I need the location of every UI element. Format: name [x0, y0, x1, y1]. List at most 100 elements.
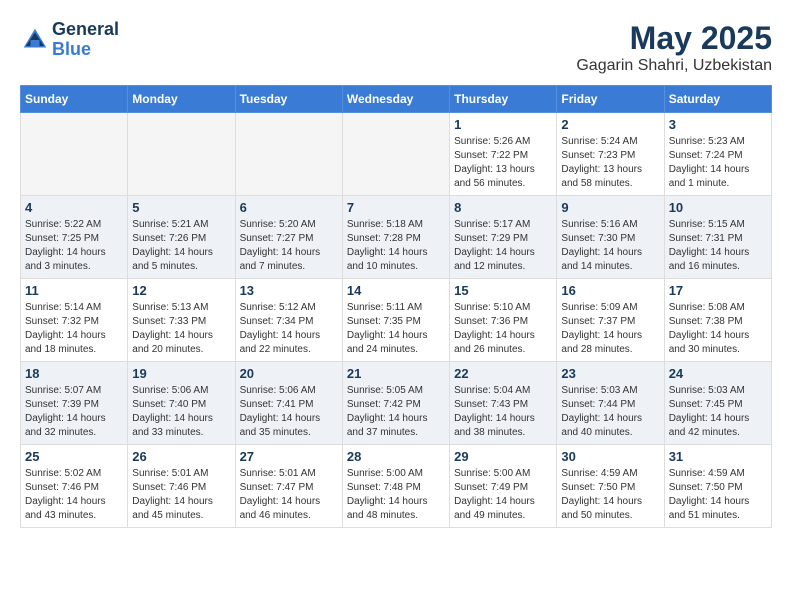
header-thursday: Thursday — [450, 86, 557, 113]
calendar-cell: 15 Sunrise: 5:10 AMSunset: 7:36 PMDayligh… — [450, 279, 557, 362]
calendar-cell: 7 Sunrise: 5:18 AMSunset: 7:28 PMDaylight… — [342, 196, 449, 279]
day-number: 6 — [240, 200, 338, 215]
day-info: Sunrise: 5:06 AMSunset: 7:40 PMDaylight:… — [132, 384, 230, 440]
day-number: 12 — [132, 283, 230, 298]
day-number: 16 — [561, 283, 659, 298]
calendar-cell: 2 Sunrise: 5:24 AMSunset: 7:23 PMDaylight… — [557, 113, 664, 196]
calendar-cell: 6Sunrise: 5:20 AMSunset: 7:27 PMDaylight… — [235, 196, 342, 279]
calendar-week-row: 25Sunrise: 5:02 AMSunset: 7:46 PMDayligh… — [21, 445, 772, 528]
day-number: 29 — [454, 449, 552, 464]
calendar-week-row: 11 Sunrise: 5:14 AMSunset: 7:32 PMDayligh… — [21, 279, 772, 362]
header-sunday: Sunday — [21, 86, 128, 113]
day-number: 30 — [561, 449, 659, 464]
main-title: May 2025 — [576, 20, 772, 57]
day-info: Sunrise: 5:17 AMSunset: 7:29 PMDaylight:… — [454, 218, 552, 274]
day-info: Sunrise: 5:15 AMSunset: 7:31 PMDaylight:… — [669, 218, 767, 274]
calendar-cell: 10 Sunrise: 5:15 AMSunset: 7:31 PMDayligh… — [664, 196, 771, 279]
day-info: Sunrise: 5:06 AMSunset: 7:41 PMDaylight:… — [240, 384, 338, 440]
day-info: Sunrise: 5:13 AMSunset: 7:33 PMDaylight:… — [132, 301, 230, 357]
calendar-cell — [342, 113, 449, 196]
day-info: Sunrise: 5:00 AMSunset: 7:49 PMDaylight:… — [454, 467, 552, 523]
calendar-cell: 5 Sunrise: 5:21 AMSunset: 7:26 PMDaylight… — [128, 196, 235, 279]
calendar-cell: 22Sunrise: 5:04 AMSunset: 7:43 PMDayligh… — [450, 362, 557, 445]
logo-icon — [20, 25, 50, 55]
day-info: Sunrise: 5:01 AMSunset: 7:47 PMDaylight:… — [240, 467, 338, 523]
day-number: 11 — [25, 283, 123, 298]
day-info: Sunrise: 5:08 AMSunset: 7:38 PMDaylight:… — [669, 301, 767, 357]
calendar-week-row: 18 Sunrise: 5:07 AMSunset: 7:39 PMDayligh… — [21, 362, 772, 445]
day-number: 3 — [669, 117, 767, 132]
day-number: 14 — [347, 283, 445, 298]
day-number: 8 — [454, 200, 552, 215]
calendar-cell: 17 Sunrise: 5:08 AMSunset: 7:38 PMDayligh… — [664, 279, 771, 362]
day-number: 5 — [132, 200, 230, 215]
calendar-cell — [235, 113, 342, 196]
calendar-cell: 29 Sunrise: 5:00 AMSunset: 7:49 PMDayligh… — [450, 445, 557, 528]
calendar-cell: 8 Sunrise: 5:17 AMSunset: 7:29 PMDaylight… — [450, 196, 557, 279]
day-info: Sunrise: 4:59 AMSunset: 7:50 PMDaylight:… — [669, 467, 767, 523]
logo-text-line1: General — [52, 20, 119, 40]
calendar-cell: 12 Sunrise: 5:13 AMSunset: 7:33 PMDayligh… — [128, 279, 235, 362]
day-number: 10 — [669, 200, 767, 215]
day-number: 28 — [347, 449, 445, 464]
day-number: 22 — [454, 366, 552, 381]
day-info: Sunrise: 5:22 AMSunset: 7:25 PMDaylight:… — [25, 218, 123, 274]
header-monday: Monday — [128, 86, 235, 113]
day-info: Sunrise: 5:03 AMSunset: 7:45 PMDaylight:… — [669, 384, 767, 440]
day-info: Sunrise: 5:09 AMSunset: 7:37 PMDaylight:… — [561, 301, 659, 357]
calendar-cell: 30 Sunrise: 4:59 AMSunset: 7:50 PMDayligh… — [557, 445, 664, 528]
subtitle: Gagarin Shahri, Uzbekistan — [576, 57, 772, 75]
day-info: Sunrise: 5:12 AMSunset: 7:34 PMDaylight:… — [240, 301, 338, 357]
calendar-cell: 14Sunrise: 5:11 AMSunset: 7:35 PMDayligh… — [342, 279, 449, 362]
day-info: Sunrise: 5:23 AMSunset: 7:24 PMDaylight:… — [669, 135, 767, 191]
day-info: Sunrise: 5:00 AMSunset: 7:48 PMDaylight:… — [347, 467, 445, 523]
day-info: Sunrise: 5:16 AMSunset: 7:30 PMDaylight:… — [561, 218, 659, 274]
title-area: May 2025 Gagarin Shahri, Uzbekistan — [576, 20, 772, 75]
day-info: Sunrise: 5:21 AMSunset: 7:26 PMDaylight:… — [132, 218, 230, 274]
day-number: 13 — [240, 283, 338, 298]
day-number: 1 — [454, 117, 552, 132]
day-info: Sunrise: 5:03 AMSunset: 7:44 PMDaylight:… — [561, 384, 659, 440]
header-tuesday: Tuesday — [235, 86, 342, 113]
calendar-week-row: 1 Sunrise: 5:26 AMSunset: 7:22 PMDaylight… — [21, 113, 772, 196]
calendar-cell: 4Sunrise: 5:22 AMSunset: 7:25 PMDaylight… — [21, 196, 128, 279]
day-number: 18 — [25, 366, 123, 381]
day-info: Sunrise: 5:26 AMSunset: 7:22 PMDaylight:… — [454, 135, 552, 191]
day-info: Sunrise: 5:05 AMSunset: 7:42 PMDaylight:… — [347, 384, 445, 440]
calendar-week-row: 4Sunrise: 5:22 AMSunset: 7:25 PMDaylight… — [21, 196, 772, 279]
day-number: 23 — [561, 366, 659, 381]
calendar-cell: 11 Sunrise: 5:14 AMSunset: 7:32 PMDayligh… — [21, 279, 128, 362]
day-number: 2 — [561, 117, 659, 132]
calendar-cell: 20Sunrise: 5:06 AMSunset: 7:41 PMDayligh… — [235, 362, 342, 445]
day-number: 24 — [669, 366, 767, 381]
day-number: 9 — [561, 200, 659, 215]
calendar-cell: 23 Sunrise: 5:03 AMSunset: 7:44 PMDayligh… — [557, 362, 664, 445]
day-number: 31 — [669, 449, 767, 464]
day-info: Sunrise: 5:14 AMSunset: 7:32 PMDaylight:… — [25, 301, 123, 357]
calendar-cell: 27 Sunrise: 5:01 AMSunset: 7:47 PMDayligh… — [235, 445, 342, 528]
calendar-cell: 9 Sunrise: 5:16 AMSunset: 7:30 PMDaylight… — [557, 196, 664, 279]
calendar-header-row: SundayMondayTuesdayWednesdayThursdayFrid… — [21, 86, 772, 113]
calendar-cell — [21, 113, 128, 196]
day-number: 19 — [132, 366, 230, 381]
header: General Blue May 2025 Gagarin Shahri, Uz… — [20, 20, 772, 75]
header-saturday: Saturday — [664, 86, 771, 113]
calendar-cell: 25Sunrise: 5:02 AMSunset: 7:46 PMDayligh… — [21, 445, 128, 528]
day-info: Sunrise: 5:18 AMSunset: 7:28 PMDaylight:… — [347, 218, 445, 274]
day-number: 15 — [454, 283, 552, 298]
calendar-cell: 21Sunrise: 5:05 AMSunset: 7:42 PMDayligh… — [342, 362, 449, 445]
day-number: 26 — [132, 449, 230, 464]
day-number: 17 — [669, 283, 767, 298]
day-number: 27 — [240, 449, 338, 464]
day-info: Sunrise: 5:24 AMSunset: 7:23 PMDaylight:… — [561, 135, 659, 191]
calendar-cell: 13 Sunrise: 5:12 AMSunset: 7:34 PMDayligh… — [235, 279, 342, 362]
header-wednesday: Wednesday — [342, 86, 449, 113]
day-info: Sunrise: 5:10 AMSunset: 7:36 PMDaylight:… — [454, 301, 552, 357]
calendar-cell — [128, 113, 235, 196]
day-info: Sunrise: 5:02 AMSunset: 7:46 PMDaylight:… — [25, 467, 123, 523]
day-number: 7 — [347, 200, 445, 215]
day-info: Sunrise: 4:59 AMSunset: 7:50 PMDaylight:… — [561, 467, 659, 523]
calendar-cell: 26Sunrise: 5:01 AMSunset: 7:46 PMDayligh… — [128, 445, 235, 528]
logo: General Blue — [20, 20, 119, 60]
day-info: Sunrise: 5:07 AMSunset: 7:39 PMDaylight:… — [25, 384, 123, 440]
